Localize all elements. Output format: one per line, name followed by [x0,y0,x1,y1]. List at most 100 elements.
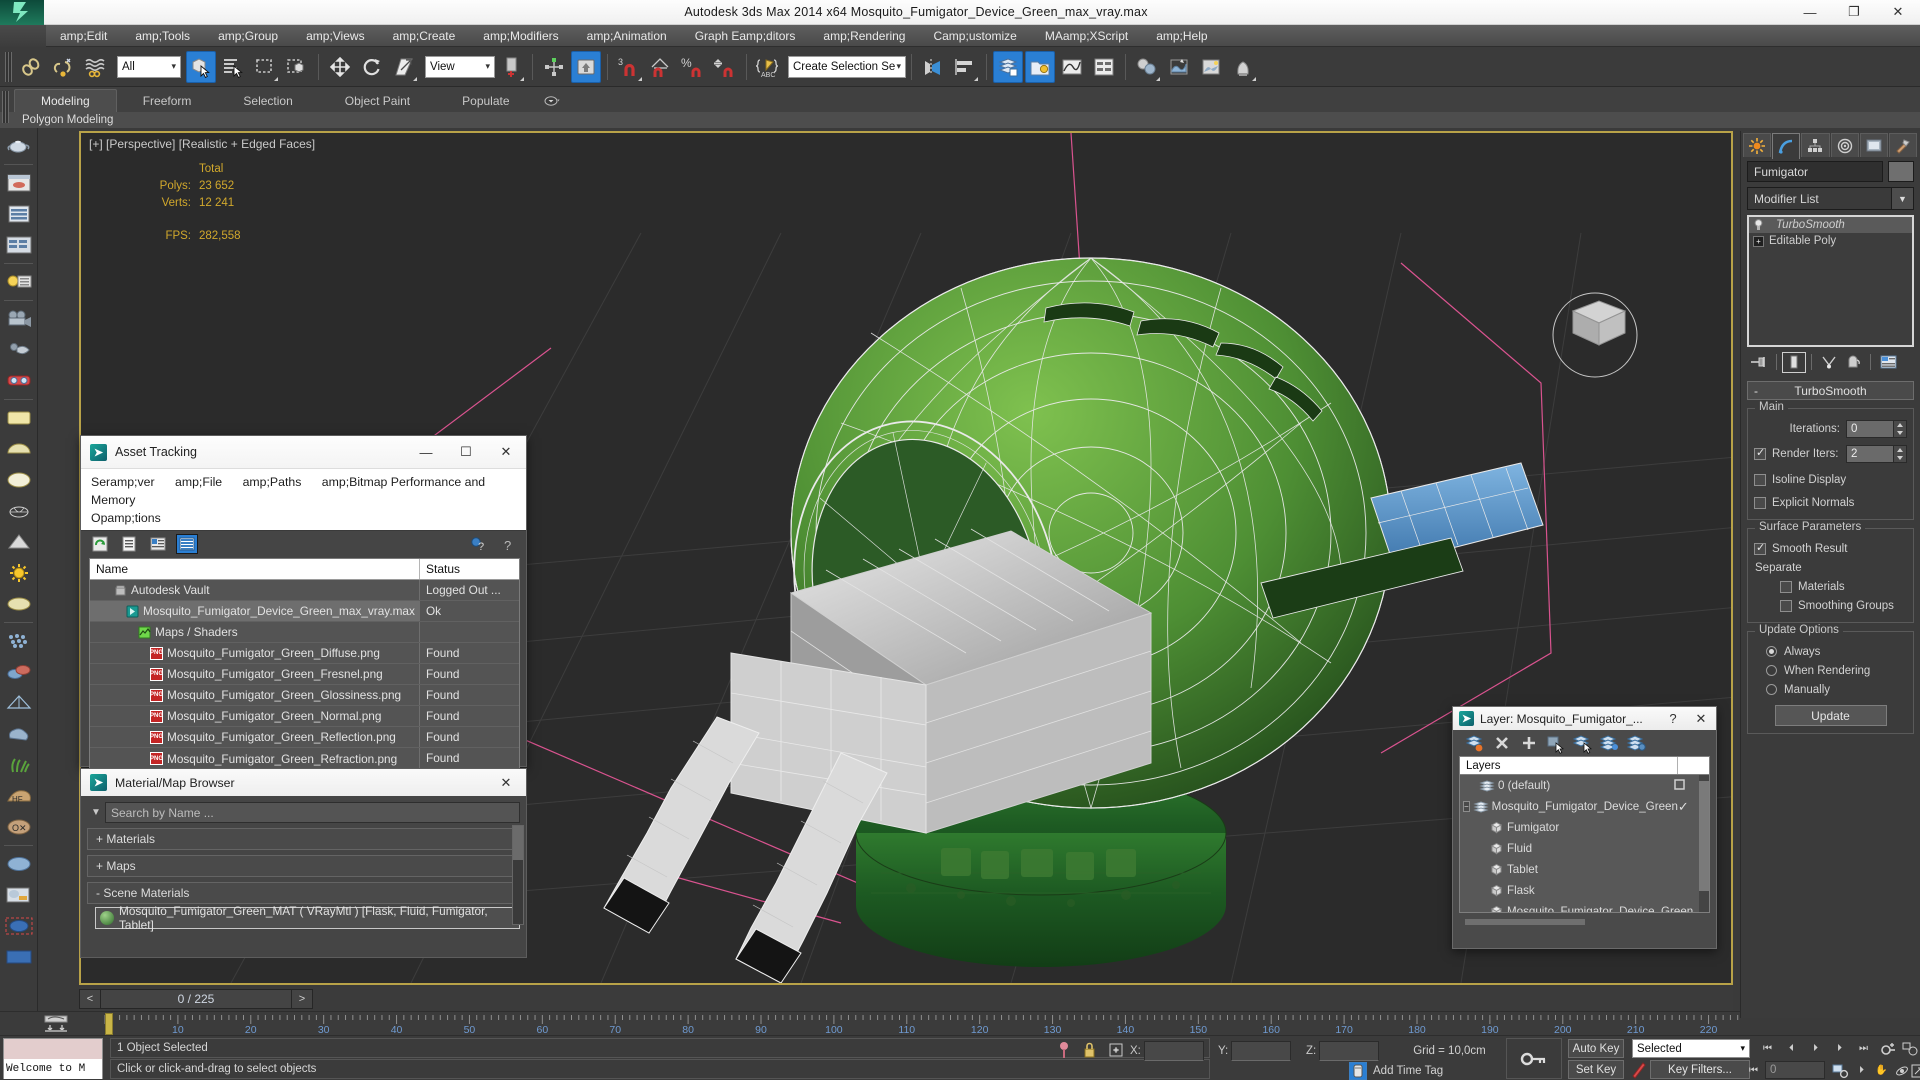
use-pivot-point-center-icon[interactable] [496,51,526,83]
window-close-button[interactable]: ✕ [1876,0,1920,25]
create-new-layer-icon[interactable] [1461,732,1488,754]
refresh-icon[interactable] [89,534,111,554]
material-browser-vertical-scrollbar[interactable] [512,825,524,925]
layer-manager-icon[interactable] [993,50,1023,83]
plane-light-icon[interactable] [2,403,36,433]
ribbon-grip[interactable] [2,91,9,123]
zoom-extents-icon[interactable] [1828,1061,1851,1080]
time-cursor[interactable] [105,1013,113,1035]
table-row[interactable]: PNG Mosquito_Fumigator_Green_Diffuse.png… [90,643,519,664]
material-map-browser-dialog[interactable]: ➤ Material/Map Browser ✕ ▼ Search by Nam… [80,768,527,958]
named-selection-sets-combo[interactable]: Create Selection Se ▾ [788,55,906,78]
camera-icon[interactable] [2,304,36,334]
pin-stack-icon[interactable] [1747,352,1771,373]
unlink-icon[interactable] [48,51,78,83]
key-step-icon[interactable]: ⏮ [1742,1061,1765,1080]
time-configuration-icon[interactable] [1898,1039,1920,1058]
ribbon-tab-populate[interactable]: Populate [436,90,535,112]
modifier-stack-item[interactable]: TurboSmooth [1749,217,1912,233]
menu-item-rendering[interactable]: amp;Rendering [809,25,919,47]
lock-selection-icon[interactable] [1080,1041,1098,1059]
selected-object-highlight-icon[interactable] [2,911,36,941]
expander-icon[interactable]: − [1463,801,1470,812]
rectangular-selection-region-icon[interactable] [250,51,280,83]
render-iters-spinner[interactable] [1894,445,1907,463]
rollout-header[interactable]: - TurboSmooth [1747,381,1914,400]
next-frame-button[interactable]: > [291,989,313,1009]
render-setup-icon[interactable] [1164,51,1194,83]
ribbon-options-dropdown[interactable] [536,93,568,112]
isoline-display-checkbox[interactable] [1754,473,1766,486]
cone-icon[interactable] [2,527,36,557]
hierarchy-tab[interactable] [1801,133,1830,157]
grass-icon[interactable] [2,750,36,780]
use-selection-center-icon[interactable] [539,51,569,83]
asset-menu-server[interactable]: Seramp;ver [91,475,155,489]
snap-toggle-3d-icon[interactable]: 3 [614,51,644,83]
menu-item-modifiers[interactable]: amp;Modifiers [469,25,572,47]
auto-key-button[interactable]: Auto Key [1568,1039,1624,1058]
chevron-down-icon[interactable]: ▼ [1891,188,1913,209]
scrollbar-thumb[interactable] [1699,781,1709,891]
render-production-icon[interactable] [1228,51,1258,83]
listener-output-pane[interactable]: Welcome to M [4,1059,102,1079]
detail-view-icon[interactable] [147,534,169,554]
toolbar-grip[interactable] [5,51,12,82]
select-object-icon[interactable] [186,50,216,83]
isoline-display-row[interactable]: Isoline Display [1754,470,1907,489]
material-assign-icon[interactable] [2,880,36,910]
scrollbar-thumb[interactable] [513,826,523,860]
material-browser-close-button[interactable]: ✕ [486,767,526,799]
separate-smoothing-groups-row[interactable]: Smoothing Groups [1754,596,1907,615]
table-row[interactable]: Mosquito_Fumigator_Device_Green_max_vray… [90,601,519,622]
table-row[interactable]: Autodesk Vault Logged Out ... [90,580,519,601]
menu-app-button[interactable] [0,25,46,47]
display-tab[interactable] [1859,133,1888,157]
configure-modifier-sets-icon[interactable] [1876,352,1900,373]
spinner-snap-toggle-icon[interactable] [710,51,740,83]
menu-item-group[interactable]: amp;Group [204,25,292,47]
separate-materials-row[interactable]: Materials [1754,577,1907,596]
render-iters-checkbox[interactable] [1754,446,1766,460]
layer-dialog-help-button[interactable]: ? [1660,707,1686,730]
render-window-icon[interactable] [2,168,36,198]
search-input[interactable]: Search by Name ... [105,802,520,823]
add-to-layer-icon[interactable] [1515,732,1542,754]
column-header-name[interactable]: Name [90,562,419,576]
current-frame-field[interactable]: 0 [1765,1061,1825,1079]
viewport-label[interactable]: [+] [Perspective] [Realistic + Edged Fac… [89,137,315,151]
delete-layer-icon[interactable] [1488,732,1515,754]
smooth-result-row[interactable]: Smooth Result [1754,539,1907,558]
viewport-preview-icon[interactable] [2,942,36,972]
always-radio[interactable] [1766,646,1777,657]
layer-active-check-icon[interactable]: ✓ [1678,799,1689,815]
menu-item-graph-editors[interactable]: Graph Eamp;ditors [681,25,810,47]
column-header-status[interactable]: Status [419,559,519,579]
current-frame-indicator[interactable]: 0 / 225 [101,989,291,1009]
list-item[interactable]: 0 (default) [1460,775,1709,796]
modifier-stack[interactable]: TurboSmooth + Editable Poly [1747,215,1914,347]
select-and-rotate-icon[interactable] [357,51,387,83]
maximize-viewport-icon[interactable] [1906,1061,1920,1080]
ribbon-tab-object-paint[interactable]: Object Paint [319,90,436,112]
schematic-view-icon[interactable] [1089,51,1119,83]
material-browser-titlebar[interactable]: ➤ Material/Map Browser ✕ [81,769,526,796]
group-scene-materials[interactable]: - Scene Materials [87,882,520,904]
open-mini-curve-editor-icon[interactable] [38,1015,74,1033]
select-by-name-icon[interactable] [218,51,248,83]
utilities-tab[interactable] [1888,133,1918,157]
layer-dialog-close-button[interactable]: ✕ [1686,707,1716,730]
table-row[interactable]: Maps / Shaders [90,622,519,643]
asset-tracking-table[interactable]: Name Status Autodesk Vault Logged Out ..… [89,558,520,770]
material-editor-icon[interactable] [1132,51,1162,83]
list-item[interactable]: Flask [1460,880,1709,901]
key-mode-toggle[interactable] [1506,1038,1562,1079]
iterations-field[interactable]: 0 [1846,420,1894,438]
table-row[interactable]: PNG Mosquito_Fumigator_Green_Glossiness.… [90,685,519,706]
when-rendering-radio[interactable] [1766,665,1777,676]
materials-checkbox[interactable] [1780,580,1792,593]
show-end-result-icon[interactable] [1782,351,1806,373]
update-button[interactable]: Update [1774,705,1887,726]
previous-frame-button[interactable]: < [79,989,101,1009]
highlight-selected-objects-icon[interactable] [1596,732,1623,754]
